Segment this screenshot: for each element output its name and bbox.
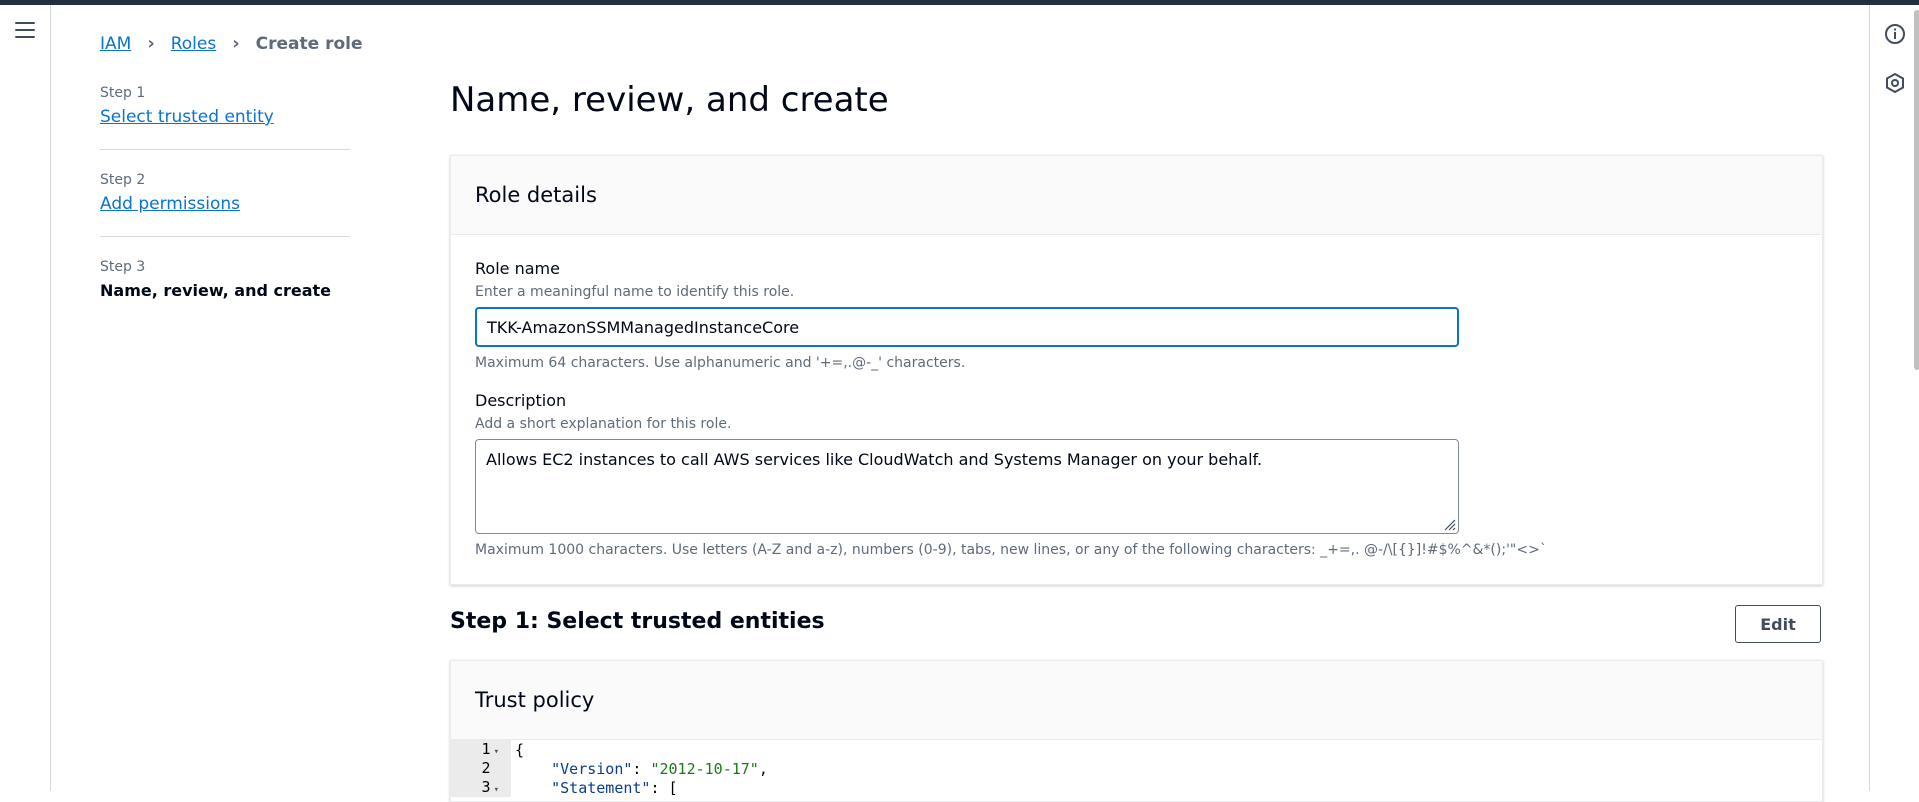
step-number: Step 3: [100, 259, 146, 275]
edit-button[interactable]: Edit: [1735, 605, 1821, 643]
scrollbar[interactable]: [1914, 10, 1919, 370]
role-name-input[interactable]: TKK-AmazonSSMManagedInstanceCore: [475, 307, 1459, 347]
role-name-label: Role name: [475, 259, 560, 278]
breadcrumb-current: Create role: [255, 33, 363, 54]
step-current-label: Name, review, and create: [100, 281, 332, 300]
step-number: Step 1: [100, 85, 146, 101]
resize-grip-icon[interactable]: [1442, 517, 1456, 531]
panel-title: Trust policy: [475, 688, 595, 712]
code-line: 2▾ "Version": "2012-10-17",: [451, 759, 1822, 778]
role-details-panel: Role details Role name Enter a meaningfu…: [450, 155, 1823, 585]
step-add-permissions-link[interactable]: Add permissions: [100, 194, 350, 214]
fold-arrow-icon[interactable]: ▾: [494, 785, 499, 795]
code-line: 3 ▾ "Statement": [: [451, 778, 1822, 797]
page-title: Name, review, and create: [450, 80, 889, 120]
trust-policy-panel: Trust policy 1▾ { 2▾ "Version": "2012-10…: [450, 660, 1823, 802]
right-tools-rail: [1869, 5, 1919, 791]
code-line: 1 ▾ {: [451, 740, 1822, 759]
wizard-step-2: Step 2 Add permissions: [100, 172, 350, 237]
step-select-trusted-entity-link[interactable]: Select trusted entity: [100, 107, 350, 127]
breadcrumb-roles-link[interactable]: Roles: [171, 34, 217, 54]
description-hint: Maximum 1000 characters. Use letters (A-…: [475, 542, 1547, 558]
role-name-hint: Maximum 64 characters. Use alphanumeric …: [475, 355, 966, 371]
line-number: 1 ▾: [451, 740, 511, 759]
wizard-step-3: Step 3 Name, review, and create: [100, 259, 350, 322]
top-bar: [0, 0, 1919, 5]
step1-section-title: Step 1: Select trusted entities: [450, 609, 825, 634]
hamburger-menu-icon[interactable]: [15, 22, 35, 40]
chevron-right-icon: ›: [232, 33, 240, 54]
breadcrumb: IAM › Roles › Create role: [100, 33, 363, 54]
code-text: {: [515, 740, 525, 759]
line-number: 3 ▾: [451, 778, 511, 797]
description-help: Add a short explanation for this role.: [475, 416, 732, 432]
role-details-form: Role name Enter a meaningful name to ide…: [451, 235, 1822, 558]
wizard-step-1: Step 1 Select trusted entity: [100, 85, 350, 150]
panel-title: Role details: [475, 183, 597, 207]
policy-code-editor[interactable]: 1▾ { 2▾ "Version": "2012-10-17", 3▾ "Sta…: [451, 740, 1822, 797]
step-number: Step 2: [100, 172, 146, 188]
hexagon-icon[interactable]: [1883, 71, 1907, 95]
info-icon[interactable]: [1883, 22, 1907, 46]
code-text: "Statement": [: [551, 778, 678, 797]
description-label: Description: [475, 391, 567, 410]
panel-header: Role details: [451, 156, 1822, 235]
panel-header: Trust policy: [451, 661, 1822, 740]
line-number: 2▾: [451, 759, 511, 778]
description-value: Allows EC2 instances to call AWS service…: [486, 450, 1263, 469]
wizard-steps: Step 1 Select trusted entity Step 2 Add …: [100, 85, 350, 344]
left-navigation-rail: [0, 5, 51, 791]
chevron-right-icon: ›: [147, 33, 155, 54]
fold-arrow-icon[interactable]: ▾: [494, 747, 499, 757]
breadcrumb-iam-link[interactable]: IAM: [100, 34, 131, 54]
description-textarea[interactable]: Allows EC2 instances to call AWS service…: [475, 439, 1459, 534]
role-name-description: Enter a meaningful name to identify this…: [475, 284, 795, 300]
code-text: "Version": "2012-10-17",: [551, 759, 768, 778]
